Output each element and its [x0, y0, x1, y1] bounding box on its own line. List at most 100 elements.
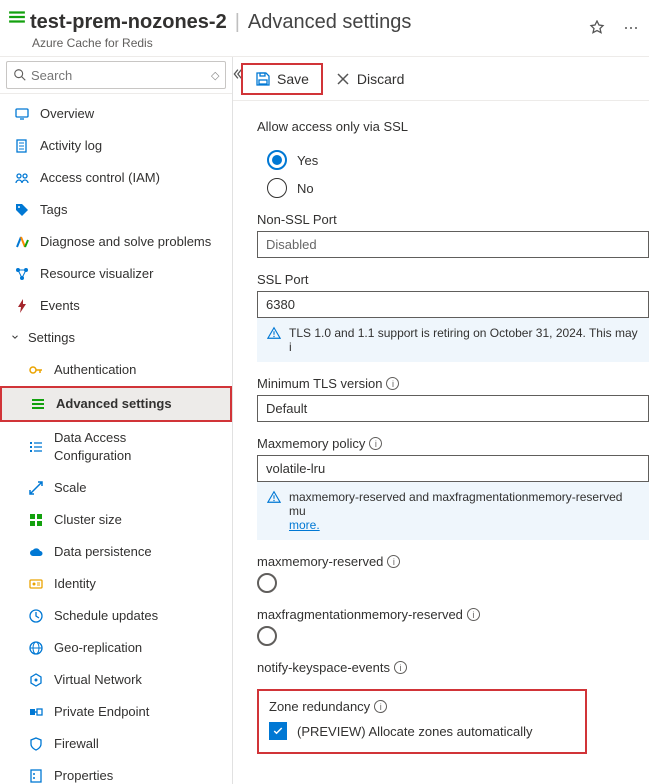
sidebar-item-label: Private Endpoint — [54, 703, 149, 721]
shield-icon — [28, 736, 44, 752]
maxmemory-policy-label: Maxmemory policy — [257, 436, 365, 451]
more-actions-icon[interactable] — [623, 20, 639, 39]
save-button[interactable]: Save — [243, 65, 321, 93]
sidebar-section-label: Settings — [28, 329, 75, 347]
ssl-no-radio[interactable] — [267, 178, 287, 198]
info-icon[interactable]: i — [369, 437, 382, 450]
search-input[interactable] — [31, 68, 207, 83]
sidebar-item-vnet[interactable]: Virtual Network — [0, 664, 232, 696]
sidebar-item-sched[interactable]: Schedule updates — [0, 600, 232, 632]
cloud-icon — [28, 544, 44, 560]
sidebar-item-label: Schedule updates — [54, 607, 158, 625]
maxmemory-reserved-label: maxmemory-reserved — [257, 554, 383, 569]
sidebar-item-label: Cluster size — [54, 511, 122, 529]
sidebar-item-prop[interactable]: Properties — [0, 760, 232, 784]
ssl-port-field[interactable]: 6380 — [257, 291, 649, 318]
ssl-yes-radio[interactable] — [267, 150, 287, 170]
sidebar-item-label: Resource visualizer — [40, 265, 153, 283]
nonssl-port-label: Non-SSL Port — [257, 212, 649, 227]
scale-icon — [28, 480, 44, 496]
iam-icon — [14, 170, 30, 186]
redis-icon — [30, 396, 46, 412]
sidebar-item-label: Tags — [40, 201, 67, 219]
info-icon[interactable]: i — [387, 555, 400, 568]
sidebar-item-identity[interactable]: Identity — [0, 568, 232, 600]
key-icon — [28, 362, 44, 378]
maxmemory-banner: maxmemory-reserved and maxfragmentationm… — [257, 482, 649, 540]
sidebar-item-label: Authentication — [54, 361, 136, 379]
ssl-no-label: No — [297, 181, 314, 196]
sidebar-item-dac[interactable]: Data Access Configuration — [0, 422, 232, 472]
left-sidebar: ◇ OverviewActivity logAccess control (IA… — [0, 57, 233, 784]
bolt-icon — [14, 298, 30, 314]
sidebar-item-label: Identity — [54, 575, 96, 593]
tls-banner-text: TLS 1.0 and 1.1 support is retiring on O… — [289, 326, 639, 354]
toolbar: Save Discard — [233, 57, 649, 101]
props-icon — [28, 768, 44, 784]
form-content: Allow access only via SSL Yes No Non-SSL… — [233, 101, 649, 784]
sidebar-item-auth[interactable]: Authentication — [0, 354, 232, 386]
sidebar-item-label: Advanced settings — [56, 395, 172, 413]
sidebar-search[interactable]: ◇ — [6, 61, 226, 89]
sidebar-item-tags[interactable]: Tags — [0, 194, 232, 226]
maxmemory-reserved-slider[interactable] — [257, 573, 277, 593]
info-icon[interactable]: i — [394, 661, 407, 674]
save-button-label: Save — [277, 71, 309, 87]
zone-redundancy-label: Zone redundancy — [269, 699, 370, 714]
sidebar-item-label: Virtual Network — [54, 671, 142, 689]
monitor-icon — [14, 106, 30, 122]
search-scope-icon[interactable]: ◇ — [211, 69, 219, 82]
blade-header: test-prem-nozones-2 | Advanced settings … — [0, 0, 649, 56]
sidebar-item-label: Events — [40, 297, 80, 315]
sidebar-item-label: Diagnose and solve problems — [40, 233, 211, 251]
discard-icon — [335, 71, 351, 87]
sidebar-item-adv[interactable]: Advanced settings — [0, 386, 232, 422]
sidebar-item-overview[interactable]: Overview — [0, 98, 232, 130]
allocate-zones-label: (PREVIEW) Allocate zones automatically — [297, 724, 533, 739]
sidebar-item-events[interactable]: Events — [0, 290, 232, 322]
page-title: Advanced settings — [248, 11, 411, 34]
sidebar-item-activity[interactable]: Activity log — [0, 130, 232, 162]
min-tls-field[interactable]: Default — [257, 395, 649, 422]
redis-resource-icon — [4, 8, 30, 26]
diag-icon — [14, 234, 30, 250]
info-warning-icon — [267, 326, 281, 343]
discard-button[interactable]: Discard — [323, 65, 416, 93]
info-icon[interactable]: i — [374, 700, 387, 713]
info-icon[interactable]: i — [467, 608, 480, 621]
discard-button-label: Discard — [357, 71, 404, 87]
sidebar-item-geo[interactable]: Geo-replication — [0, 632, 232, 664]
favorite-star-icon[interactable] — [589, 20, 605, 39]
sidebar-item-resvis[interactable]: Resource visualizer — [0, 258, 232, 290]
checkmark-icon — [272, 725, 284, 737]
sidebar-section-settings[interactable]: Settings — [0, 322, 232, 354]
ssl-yes-label: Yes — [297, 153, 318, 168]
sidebar-item-scale[interactable]: Scale — [0, 472, 232, 504]
pe-icon — [28, 704, 44, 720]
info-warning-icon — [267, 490, 281, 507]
sidebar-item-cluster[interactable]: Cluster size — [0, 504, 232, 536]
maxmemory-banner-text: maxmemory-reserved and maxfragmentationm… — [289, 490, 622, 518]
info-icon[interactable]: i — [386, 377, 399, 390]
maxmemory-policy-field[interactable]: volatile-lru — [257, 455, 649, 482]
chevron-down-icon — [8, 329, 22, 347]
clock-icon — [28, 608, 44, 624]
sidebar-item-label: Data persistence — [54, 543, 152, 561]
nonssl-port-field[interactable]: Disabled — [257, 231, 649, 258]
notify-keyspace-label: notify-keyspace-events — [257, 660, 390, 675]
sidebar-item-diag[interactable]: Diagnose and solve problems — [0, 226, 232, 258]
zone-redundancy-section: Zone redundancy i (PREVIEW) Allocate zon… — [257, 689, 587, 754]
maxfragmemory-reserved-label: maxfragmentationmemory-reserved — [257, 607, 463, 622]
sidebar-item-label: Properties — [54, 767, 113, 784]
allocate-zones-checkbox[interactable] — [269, 722, 287, 740]
ssl-port-label: SSL Port — [257, 272, 649, 287]
sidebar-item-fw[interactable]: Firewall — [0, 728, 232, 760]
maxfragmemory-reserved-slider[interactable] — [257, 626, 277, 646]
maxmemory-banner-more-link[interactable]: more. — [289, 518, 320, 532]
sidebar-item-persist[interactable]: Data persistence — [0, 536, 232, 568]
list-icon — [28, 439, 44, 455]
sidebar-item-iam[interactable]: Access control (IAM) — [0, 162, 232, 194]
tag-icon — [14, 202, 30, 218]
main-panel: Save Discard Allow access only via SSL Y… — [233, 57, 649, 784]
sidebar-item-pe[interactable]: Private Endpoint — [0, 696, 232, 728]
